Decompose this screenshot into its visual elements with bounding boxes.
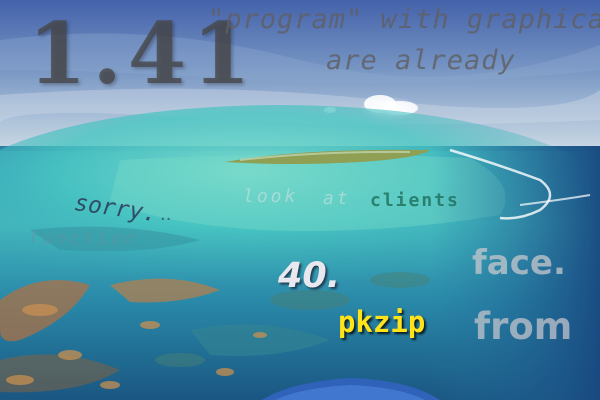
clients-text: clients <box>370 190 460 211</box>
forty-text: 40. <box>278 256 341 296</box>
quote-line-2: are already <box>326 45 516 76</box>
face-text: face. <box>472 243 566 283</box>
at-text: at <box>323 188 351 209</box>
from-text: from <box>474 305 573 348</box>
aerial-reef-photo: 1.41 "program" with graphical are alread… <box>0 0 600 400</box>
look-text: look <box>243 186 299 207</box>
function-text: function <box>28 228 139 249</box>
dots-text: .. <box>160 204 172 225</box>
pkzip-text: pkzip <box>338 305 426 339</box>
quote-line-1: "program" with graphical <box>208 4 600 35</box>
